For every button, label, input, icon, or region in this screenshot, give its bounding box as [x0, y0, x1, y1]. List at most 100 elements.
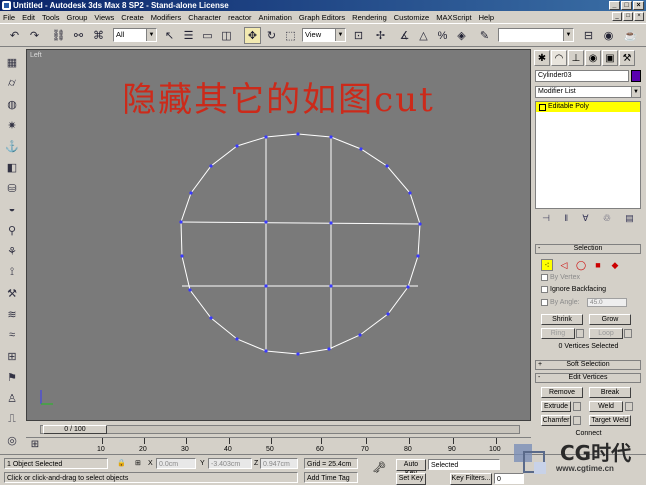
set-key-button[interactable]: Set Key	[396, 473, 426, 485]
tool-helper-icon[interactable]: ⟟	[4, 264, 20, 280]
named-selection-icon[interactable]: ✎	[476, 27, 493, 44]
edge-icon[interactable]: ◁	[558, 259, 570, 271]
extrude-settings-button[interactable]	[573, 402, 581, 411]
remove-modifier-icon[interactable]: ♲	[603, 213, 611, 227]
close-button[interactable]: ×	[633, 1, 644, 10]
mirror-icon[interactable]: ⊟	[580, 27, 597, 44]
vertex[interactable]	[329, 221, 333, 225]
vertex[interactable]	[416, 254, 420, 258]
vertex[interactable]	[209, 316, 213, 320]
tool-render-icon[interactable]: ◎	[4, 432, 20, 448]
pivot-icon[interactable]: ⊡	[350, 27, 367, 44]
redo-icon[interactable]: ↷	[26, 27, 43, 44]
selection-filter-dropdown[interactable]: All ▼	[113, 28, 157, 42]
rotate-icon[interactable]: ↻	[263, 27, 280, 44]
break-button[interactable]: Break	[589, 387, 631, 398]
curve-editor-icon[interactable]: ⊞	[28, 437, 42, 451]
vertex-icon[interactable]: ⁖	[541, 259, 553, 271]
key-mode-dropdown[interactable]: Selected	[428, 459, 500, 470]
utilities-tab-icon[interactable]: ⚒	[619, 50, 635, 66]
menu-help[interactable]: Help	[479, 13, 494, 22]
selection-rollout-header[interactable]: - Selection	[535, 244, 641, 254]
chamfer-settings-button[interactable]	[573, 416, 581, 425]
absolute-mode-icon[interactable]: ⊞	[135, 458, 141, 469]
doc-close-button[interactable]: ×	[634, 12, 644, 21]
menu-tools[interactable]: Tools	[42, 13, 60, 22]
vertex[interactable]	[264, 220, 268, 224]
vertex[interactable]	[235, 337, 239, 341]
tool-camera-icon[interactable]: ⚓	[4, 138, 20, 154]
menu-group[interactable]: Group	[67, 13, 88, 22]
vertex[interactable]	[385, 164, 389, 168]
ring-button[interactable]: Ring	[541, 328, 575, 339]
menu-create[interactable]: Create	[121, 13, 144, 22]
menu-graph-editors[interactable]: Graph Editors	[299, 13, 345, 22]
link-icon[interactable]: ⛓	[50, 27, 67, 44]
vertex[interactable]	[209, 164, 213, 168]
z-coordinate-field[interactable]: 0.947cm	[260, 458, 298, 469]
loop-button[interactable]: Loop	[589, 328, 623, 339]
select-by-name-icon[interactable]: ☰	[180, 27, 197, 44]
tool-figure-icon[interactable]: ♙	[4, 390, 20, 406]
configure-sets-icon[interactable]: ▤	[625, 213, 634, 227]
select-manipulate-icon[interactable]: ✢	[372, 27, 389, 44]
vertex[interactable]	[358, 333, 362, 337]
vertex[interactable]	[264, 135, 268, 139]
material-editor-icon[interactable]: ◉	[600, 27, 617, 44]
menu-file[interactable]: File	[3, 13, 15, 22]
tool-stack-icon[interactable]: ⛁	[4, 180, 20, 196]
object-name-field[interactable]: Cylinder03	[535, 70, 629, 82]
track-bar[interactable]: ⊞ 10 20 30 40 50 60 70 80 90 100	[26, 437, 531, 453]
vertex[interactable]	[329, 135, 333, 139]
vertex[interactable]	[180, 254, 184, 258]
vertex[interactable]	[264, 349, 268, 353]
menu-reactor[interactable]: reactor	[228, 13, 251, 22]
doc-restore-button[interactable]: □	[623, 12, 633, 21]
tool-particle-icon[interactable]: ≋	[4, 306, 20, 322]
vertex[interactable]	[296, 132, 300, 136]
time-slider-thumb[interactable]: 0 / 100	[43, 425, 107, 434]
vertex[interactable]	[235, 144, 239, 148]
key-icon[interactable]: 🗝	[372, 463, 386, 474]
menu-views[interactable]: Views	[94, 13, 114, 22]
loop-spinner[interactable]	[624, 329, 632, 338]
menu-customize[interactable]: Customize	[394, 13, 429, 22]
maximize-button[interactable]: □	[621, 1, 632, 10]
tool-poly-icon[interactable]: ◧	[4, 159, 20, 175]
tool-cylinder-icon[interactable]: ⌭	[4, 75, 20, 91]
vertex[interactable]	[188, 288, 192, 292]
vertex[interactable]	[418, 222, 422, 226]
menu-animation[interactable]: Animation	[259, 13, 292, 22]
undo-icon[interactable]: ↶	[6, 27, 23, 44]
menu-maxscript[interactable]: MAXScript	[436, 13, 471, 22]
polygon-icon[interactable]: ■	[592, 259, 604, 271]
vertex[interactable]	[179, 220, 183, 224]
menu-rendering[interactable]: Rendering	[352, 13, 387, 22]
reference-coord-dropdown[interactable]: View ▼	[302, 28, 346, 42]
vertex[interactable]	[386, 312, 390, 316]
modify-tab-icon[interactable]: ◠	[551, 50, 567, 66]
ring-spinner[interactable]	[576, 329, 584, 338]
modifier-list-dropdown[interactable]: Modifier List ▼	[535, 86, 641, 98]
grow-button[interactable]: Grow	[589, 314, 631, 325]
menu-edit[interactable]: Edit	[22, 13, 35, 22]
remove-button[interactable]: Remove	[541, 387, 583, 398]
time-slider-track[interactable]: 0 / 100	[40, 425, 520, 434]
pin-stack-icon[interactable]: ⊣	[542, 213, 550, 227]
crossing-icon[interactable]: ◫	[218, 27, 235, 44]
vertex[interactable]	[264, 284, 268, 288]
vertex[interactable]	[329, 284, 333, 288]
lock-selection-icon[interactable]: 🔒	[117, 458, 126, 469]
vertex[interactable]	[189, 191, 193, 195]
display-tab-icon[interactable]: ▣	[602, 50, 618, 66]
tool-space-icon[interactable]: ⚘	[4, 243, 20, 259]
time-slider[interactable]: 0 / 100	[26, 423, 531, 436]
tool-box-icon[interactable]: ▦	[4, 54, 20, 70]
tool-system-icon[interactable]: ⚒	[4, 285, 20, 301]
shrink-button[interactable]: Shrink	[541, 314, 583, 325]
object-color-swatch[interactable]	[631, 70, 641, 82]
percent-snap-icon[interactable]: %	[434, 27, 451, 44]
by-angle-checkbox[interactable]: By Angle:	[541, 299, 580, 306]
snap-icon[interactable]: ∡	[396, 27, 413, 44]
scale-icon[interactable]: ⬚	[282, 27, 299, 44]
